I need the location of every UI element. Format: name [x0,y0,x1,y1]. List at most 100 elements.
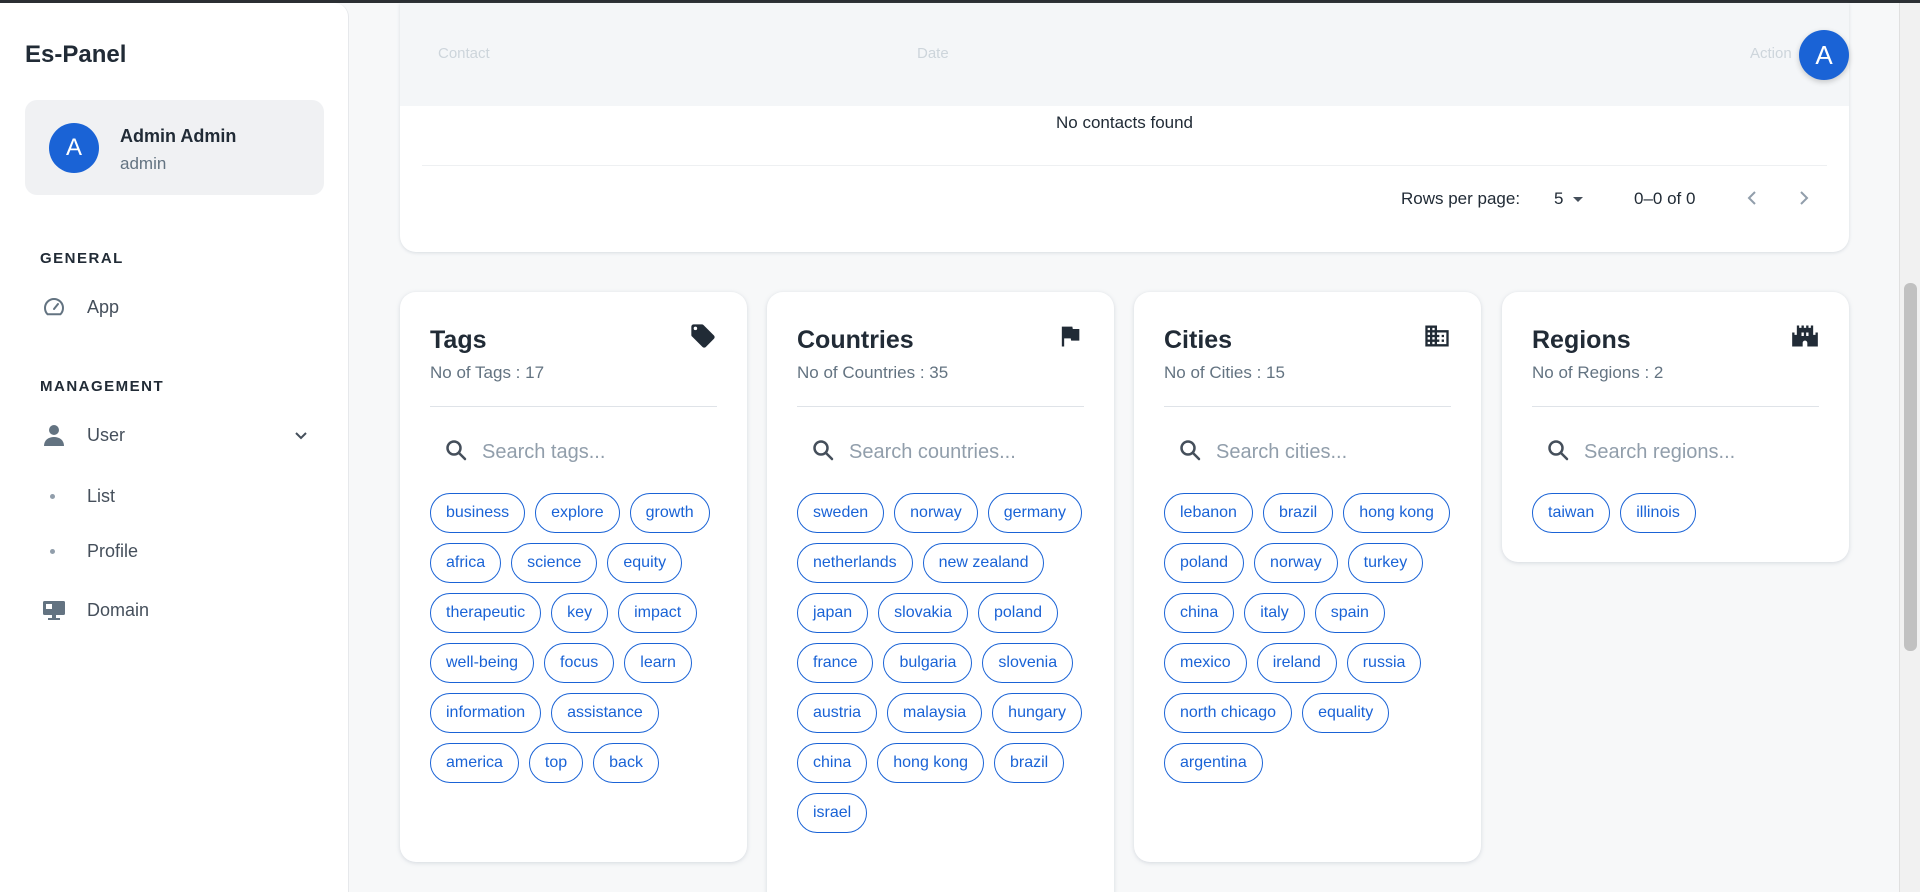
sidebar-item-label: Domain [87,599,150,620]
person-icon [40,421,68,449]
sidebar-item-app[interactable]: App [40,287,119,327]
column-header-date[interactable]: Date [917,45,949,62]
chip[interactable]: explore [535,493,620,533]
chip[interactable]: austria [797,693,878,733]
divider [1164,406,1451,407]
chip[interactable]: impact [618,593,698,633]
tags-search[interactable] [430,427,717,477]
chip[interactable]: norway [1254,543,1338,583]
chip[interactable]: therapeutic [430,593,542,633]
chip[interactable]: sweden [797,493,885,533]
chip[interactable]: information [430,693,542,733]
dashboard-gauge-icon [40,293,68,321]
chip[interactable]: assistance [551,693,659,733]
sidebar-item-profile[interactable]: Profile [50,541,138,562]
cities-search[interactable] [1164,427,1451,477]
card-count: No of Regions : 2 [1532,363,1664,382]
sidebar-item-list[interactable]: List [50,486,115,507]
sidebar-item-domain[interactable]: Domain [40,590,149,630]
chip[interactable]: key [551,593,609,633]
rows-per-page-select[interactable]: 5 [1554,189,1585,209]
chip[interactable]: taiwan [1532,493,1611,533]
chip[interactable]: spain [1314,593,1385,633]
chip[interactable]: italy [1244,593,1305,633]
chip[interactable]: ireland [1256,643,1337,683]
chip[interactable]: north chicago [1164,693,1293,733]
chip[interactable]: poland [977,593,1059,633]
chip[interactable]: norway [894,493,978,533]
chip[interactable]: brazil [993,743,1065,783]
chip[interactable]: illinois [1620,493,1696,533]
chip[interactable]: well-being [430,643,535,683]
chip[interactable]: china [1164,593,1235,633]
tags-card: Tags No of Tags : 17 businessexploregrow… [400,292,747,862]
search-input[interactable] [482,440,712,464]
card-title: Cities [1164,326,1233,354]
chip[interactable]: mexico [1164,643,1247,683]
chip[interactable]: america [430,743,519,783]
chip[interactable]: argentina [1164,743,1263,783]
table-header: Contact Date Action [400,3,1849,106]
chip[interactable]: learn [624,643,692,683]
chip[interactable]: china [797,743,868,783]
scrollbar-thumb[interactable] [1904,283,1917,651]
card-title: Countries [797,326,914,354]
sidebar-item-label: List [87,486,116,506]
sidebar-item-label: User [87,424,126,445]
chip[interactable]: israel [797,793,868,833]
column-header-action: Action [1750,45,1792,62]
regions-search[interactable] [1532,427,1819,477]
chip[interactable]: hong kong [877,743,984,783]
page-scrollbar[interactable] [1899,3,1920,892]
chip[interactable]: lebanon [1164,493,1253,533]
chip[interactable]: france [797,643,874,683]
next-page-icon[interactable] [1794,189,1812,213]
previous-page-icon[interactable] [1744,189,1762,213]
chip[interactable]: business [430,493,526,533]
card-count: No of Countries : 35 [797,363,949,382]
chip[interactable]: back [593,743,659,783]
chip[interactable]: poland [1164,543,1245,583]
region-chips: taiwan illinois [1532,493,1827,533]
country-chips: sweden norway germany netherlands new zealan… [797,493,1092,833]
chip[interactable]: slovenia [982,643,1074,683]
city-chips: lebanon brazil hong kong poland norway turkey… [1164,493,1459,783]
page-range: 0–0 of 0 [1634,189,1696,208]
chip[interactable]: focus [544,643,615,683]
countries-search[interactable] [797,427,1084,477]
user-card[interactable]: A Admin Admin admin [25,100,324,195]
chip[interactable]: netherlands [797,543,913,583]
brand-logo[interactable]: Es-Panel [25,41,126,69]
chip[interactable]: new zealand [922,543,1045,583]
bullet-dot-icon [50,549,55,554]
chip[interactable]: hungary [992,693,1082,733]
chip[interactable]: equality [1302,693,1390,733]
chip[interactable]: slovakia [878,593,968,633]
chip[interactable]: science [511,543,598,583]
account-avatar[interactable]: A [1799,30,1849,80]
rows-per-page-value: 5 [1554,189,1564,208]
chip[interactable]: hong kong [1343,493,1450,533]
avatar: A [49,123,99,173]
chip[interactable]: africa [430,543,502,583]
chip[interactable]: brazil [1262,493,1334,533]
chip[interactable]: russia [1346,643,1422,683]
chip[interactable]: malaysia [887,693,983,733]
chip[interactable]: turkey [1347,543,1424,583]
search-input[interactable] [849,440,1079,464]
sidebar-item-user[interactable]: User [40,415,125,455]
chip[interactable]: germany [987,493,1082,533]
bullet-dot-icon [50,494,55,499]
card-title: Regions [1532,326,1631,354]
search-input[interactable] [1584,440,1814,464]
divider [430,406,717,407]
chip[interactable]: top [528,743,584,783]
search-input[interactable] [1216,440,1446,464]
sidebar-item-label: App [87,296,120,317]
chip[interactable]: growth [629,493,710,533]
chip[interactable]: equity [607,543,683,583]
column-header-contact[interactable]: Contact [438,45,490,62]
chip[interactable]: bulgaria [883,643,973,683]
chip[interactable]: japan [797,593,869,633]
chevron-down-icon[interactable] [293,427,309,448]
